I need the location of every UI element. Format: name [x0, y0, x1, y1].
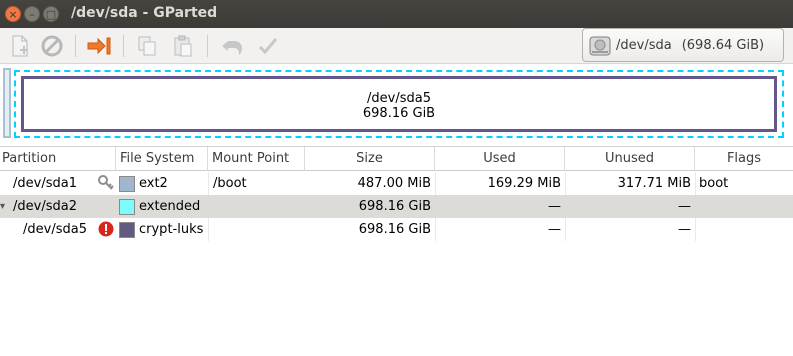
size-value: 698.16 GiB [358, 199, 431, 214]
column-header-file-system[interactable]: File System [116, 147, 208, 171]
used-value: 169.29 MiB [487, 176, 561, 191]
device-size: (698.64 GiB) [681, 38, 765, 53]
new-partition-icon[interactable] [6, 33, 32, 59]
cell-divider [208, 172, 209, 195]
apply-icon[interactable] [255, 33, 281, 59]
partition-block-size: 698.16 GiB [362, 106, 436, 121]
cell-divider [695, 218, 696, 241]
table-row[interactable]: ▾ /dev/sda2 extended 698.16 GiB — — [0, 195, 793, 218]
used-value: — [548, 199, 561, 214]
device-name: /dev/sda [616, 38, 672, 53]
device-selector[interactable]: /dev/sda (698.64 GiB) [582, 28, 784, 62]
expander-icon[interactable]: ▾ [0, 195, 5, 218]
key-icon [97, 173, 115, 193]
column-header-partition[interactable]: Partition [0, 147, 116, 171]
delete-icon[interactable] [39, 33, 65, 59]
paste-icon[interactable] [170, 33, 196, 59]
copy-icon[interactable] [134, 33, 160, 59]
error-icon [98, 221, 114, 237]
mount-point: /boot [213, 176, 247, 191]
extended-partition-block[interactable]: /dev/sda5 698.16 GiB [14, 70, 784, 138]
column-header-size[interactable]: Size [305, 147, 435, 171]
cell-divider [435, 172, 436, 195]
resize-move-icon[interactable] [86, 33, 112, 59]
size-value: 487.00 MiB [357, 176, 431, 191]
gparted-window: × – □ /dev/sda - GParted /dev/sda (698.6… [0, 0, 793, 356]
cell-divider [695, 172, 696, 195]
undo-icon[interactable] [219, 33, 245, 59]
column-header-used[interactable]: Used [435, 147, 565, 171]
hard-disk-icon [588, 34, 612, 58]
window-title: /dev/sda - GParted [71, 5, 218, 21]
partition-block-sda5[interactable]: /dev/sda5 698.16 GiB [21, 76, 777, 132]
partition-table: Partition File System Mount Point Size U… [0, 146, 793, 356]
fs-color-swatch [119, 176, 135, 192]
partition-map: /dev/sda5 698.16 GiB [0, 64, 793, 145]
cell-divider [565, 172, 566, 195]
used-value: — [548, 222, 561, 237]
fs-color-swatch [119, 199, 135, 215]
column-header-unused[interactable]: Unused [565, 147, 695, 171]
fs-color-swatch [119, 222, 135, 238]
partition-name: /dev/sda2 [13, 199, 77, 214]
unused-value: 317.71 MiB [617, 176, 691, 191]
file-system: ext2 [139, 176, 168, 191]
table-row[interactable]: /dev/sda1 ext2 /boot 487.00 MiB 169.29 M… [0, 172, 793, 195]
partition-name: /dev/sda1 [13, 176, 77, 191]
partition-name: /dev/sda5 [23, 222, 87, 237]
minimize-window-button[interactable]: – [24, 6, 40, 22]
maximize-window-button[interactable]: □ [43, 6, 59, 22]
file-system: crypt-luks [139, 222, 204, 237]
file-system: extended [139, 199, 201, 214]
device-label: /dev/sda (698.64 GiB) [616, 38, 764, 53]
cell-divider [208, 218, 209, 241]
column-header-flags[interactable]: Flags [695, 147, 793, 171]
unused-value: — [678, 222, 691, 237]
table-row[interactable]: /dev/sda5 crypt-luks 698.16 GiB — — [0, 218, 793, 241]
title-bar: × – □ /dev/sda - GParted [0, 0, 793, 28]
map-side-handle [3, 68, 11, 138]
flags-value: boot [699, 176, 729, 191]
toolbar-separator [123, 35, 124, 57]
toolbar-separator [75, 35, 76, 57]
column-header-mount-point[interactable]: Mount Point [208, 147, 305, 171]
size-value: 698.16 GiB [358, 222, 431, 237]
close-window-button[interactable]: × [5, 6, 21, 22]
toolbar-separator [207, 35, 208, 57]
cell-divider [435, 218, 436, 241]
toolbar: /dev/sda (698.64 GiB) [0, 28, 793, 64]
partition-block-name: /dev/sda5 [367, 91, 431, 106]
cell-divider [565, 218, 566, 241]
unused-value: — [678, 199, 691, 214]
